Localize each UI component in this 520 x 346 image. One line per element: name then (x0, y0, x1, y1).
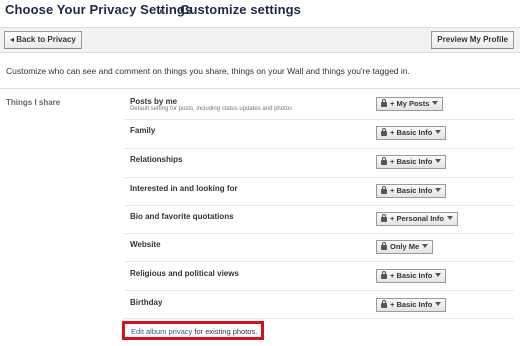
chevron-down-icon (432, 101, 439, 105)
row-title: Birthday (130, 298, 163, 307)
album-privacy-note: Edit album privacy for existing photos. (131, 327, 257, 336)
preview-profile-button[interactable]: Preview My Profile (431, 31, 514, 49)
privacy-value: + My Posts (390, 99, 430, 108)
lock-icon (381, 128, 387, 136)
lock-icon (381, 242, 387, 250)
page-header: Choose Your Privacy Settings ▸ Customize… (0, 0, 520, 28)
privacy-value: + Basic Info (390, 157, 433, 166)
row-divider (124, 119, 514, 120)
chevron-down-icon (435, 130, 442, 134)
privacy-dropdown-bio[interactable]: + Personal Info (376, 212, 458, 226)
row-divider (124, 290, 514, 291)
chevron-down-icon (422, 244, 429, 248)
privacy-value: Only Me (390, 242, 420, 251)
chevron-down-icon (435, 273, 442, 277)
row-divider (124, 205, 514, 206)
page-subtitle: Customize settings (180, 2, 301, 17)
back-arrow-icon: ◂ (10, 35, 15, 44)
privacy-dropdown-posts[interactable]: + My Posts (376, 97, 444, 111)
row-divider (124, 177, 514, 178)
privacy-dropdown-birthday[interactable]: + Basic Info (376, 298, 447, 312)
chevron-down-icon (435, 302, 442, 306)
row-title: Relationships (130, 155, 183, 164)
privacy-dropdown-religious-views[interactable]: + Basic Info (376, 269, 447, 283)
privacy-dropdown-website[interactable]: Only Me (376, 240, 434, 254)
row-divider (124, 261, 514, 262)
privacy-dropdown-interested-in[interactable]: + Basic Info (376, 184, 447, 198)
privacy-value: + Personal Info (390, 214, 444, 223)
toolbar: ◂ Back to Privacy Preview My Profile (0, 27, 520, 53)
lock-icon (381, 186, 387, 194)
section-divider (0, 88, 520, 89)
row-title: Website (130, 240, 161, 249)
lock-icon (381, 99, 387, 107)
row-divider (124, 318, 514, 319)
chevron-down-icon (435, 159, 442, 163)
back-button-label: Back to Privacy (16, 35, 76, 44)
row-title: Bio and favorite quotations (130, 212, 234, 221)
privacy-dropdown-relationships[interactable]: + Basic Info (376, 155, 447, 169)
lock-icon (381, 300, 387, 308)
lock-icon (381, 157, 387, 165)
album-privacy-suffix: for existing photos. (192, 327, 258, 336)
privacy-dropdown-family[interactable]: + Basic Info (376, 126, 447, 140)
edit-album-privacy-link[interactable]: Edit album privacy (131, 327, 192, 336)
privacy-value: + Basic Info (390, 186, 433, 195)
chevron-down-icon (446, 216, 453, 220)
row-title: Family (130, 126, 156, 135)
row-title: Religious and political views (130, 269, 239, 278)
album-privacy-highlight: Edit album privacy for existing photos. (122, 321, 264, 340)
section-label: Things I share (6, 98, 61, 107)
row-subtitle: Default setting for posts, including sta… (130, 106, 293, 112)
privacy-value: + Basic Info (390, 300, 433, 309)
row-title: Interested in and looking for (130, 184, 238, 193)
chevron-down-icon (435, 188, 442, 192)
row-divider (124, 233, 514, 234)
lock-icon (381, 271, 387, 279)
intro-text: Customize who can see and comment on thi… (6, 66, 410, 76)
lock-icon (381, 214, 387, 222)
privacy-value: + Basic Info (390, 271, 433, 280)
row-divider (124, 148, 514, 149)
back-to-privacy-button[interactable]: ◂ Back to Privacy (4, 31, 82, 49)
breadcrumb-arrow-icon: ▸ (160, 6, 165, 16)
row-title: Posts by me (130, 97, 178, 106)
privacy-value: + Basic Info (390, 128, 433, 137)
